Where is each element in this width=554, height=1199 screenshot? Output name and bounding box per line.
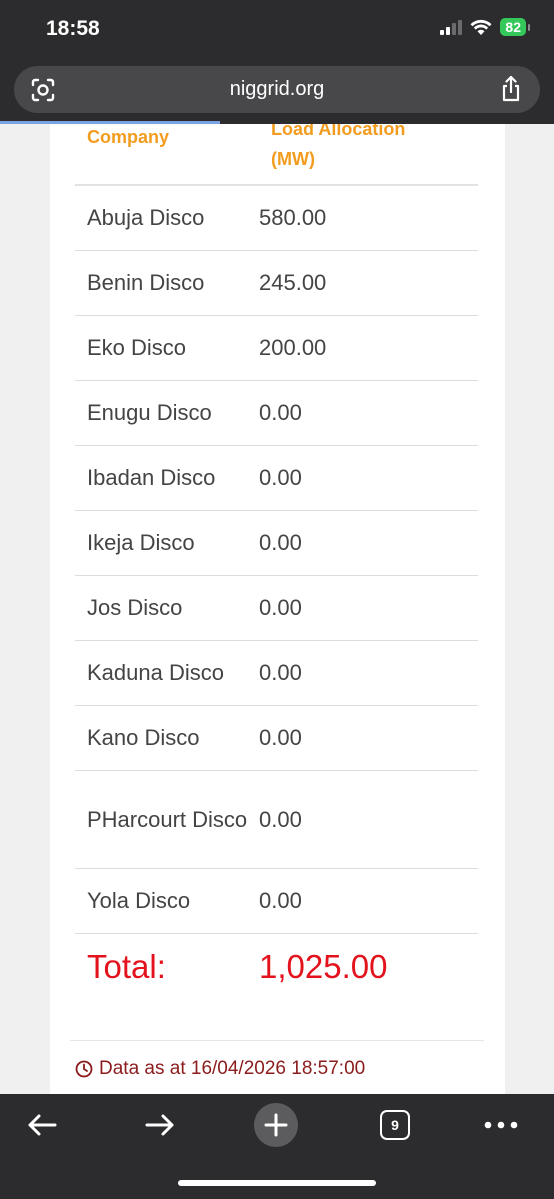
company-name: Enugu Disco [87,400,212,425]
cellular-signal-icon [440,19,463,35]
company-name: Eko Disco [87,335,187,360]
arrow-left-icon [28,1114,57,1136]
arrow-right-icon [145,1114,174,1136]
allocation-card: Company Load Allocation (MW) Abuja Disco… [50,124,505,1094]
load-value: 580.00 [259,205,327,230]
company-name: Ikeja Disco [87,530,195,555]
plus-icon [254,1103,298,1147]
table-row: Eko Disco 200.00 [75,316,478,381]
load-value: 0.00 [259,660,302,685]
table-row: Benin Disco 245.00 [75,251,478,316]
load-value: 0.00 [259,400,302,425]
table-row: Yola Disco 0.00 [75,869,478,934]
company-name: PHarcourt Disco [87,806,248,832]
home-indicator[interactable] [178,1180,376,1186]
url-bar[interactable]: niggrid.org [14,66,540,113]
total-row: Total: 1,025.00 [75,934,478,1000]
table-row: Enugu Disco 0.00 [75,381,478,446]
url-text[interactable]: niggrid.org [14,78,540,101]
page-content: Company Load Allocation (MW) Abuja Disco… [0,124,554,1094]
table-row: Ikeja Disco 0.00 [75,511,478,576]
back-button[interactable] [22,1108,62,1142]
company-name: Ibadan Disco [87,465,216,490]
load-allocation-table: Company Load Allocation (MW) Abuja Disco… [75,124,478,1000]
wifi-icon [470,19,492,35]
new-tab-button[interactable] [254,1103,298,1147]
table-row: Jos Disco 0.00 [75,576,478,641]
table-row: Kano Disco 0.00 [75,706,478,771]
more-dots-icon [484,1121,518,1129]
table-row: Ibadan Disco 0.00 [75,446,478,511]
table-header: Company Load Allocation (MW) [75,124,478,186]
table-row: Kaduna Disco 0.00 [75,641,478,706]
clock-icon [75,1060,93,1078]
browser-bottom-toolbar: 9 [0,1094,554,1199]
header-load-allocation: Load Allocation (MW) [271,124,406,169]
load-value: 200.00 [259,335,327,360]
load-value: 0.00 [259,725,302,750]
load-value: 0.00 [259,806,302,832]
header-company: Company [87,127,170,147]
data-timestamp: Data as at 16/04/2026 18:57:00 [75,1058,365,1080]
company-name: Kano Disco [87,725,200,750]
company-name: Yola Disco [87,888,191,913]
timestamp-text: Data as at 16/04/2026 18:57:00 [99,1058,366,1079]
company-name: Abuja Disco [87,205,205,230]
total-value: 1,025.00 [259,948,388,985]
load-value: 0.00 [259,595,302,620]
load-value: 245.00 [259,270,327,295]
status-icons: 82 [440,18,530,36]
load-value: 0.00 [259,465,302,490]
share-icon[interactable] [498,75,524,103]
battery-indicator: 82 [500,18,530,36]
company-name: Jos Disco [87,595,183,620]
browser-top-chrome: 18:58 82 niggrid.org [0,0,554,124]
company-name: Benin Disco [87,270,205,295]
tab-count-icon: 9 [380,1110,410,1140]
divider [70,1040,484,1041]
load-value: 0.00 [259,888,302,913]
table-body: Abuja Disco 580.00 Benin Disco 245.00 Eko Di… [75,186,478,934]
status-time: 18:58 [46,17,100,40]
more-menu-button[interactable] [481,1108,521,1142]
forward-button[interactable] [140,1108,180,1142]
total-label: Total: [87,948,166,985]
load-value: 0.00 [259,530,302,555]
table-row: Abuja Disco 580.00 [75,186,478,251]
company-name: Kaduna Disco [87,660,224,685]
table-row: PHarcourt Disco 0.00 [75,771,478,869]
tabs-button[interactable]: 9 [375,1108,415,1142]
